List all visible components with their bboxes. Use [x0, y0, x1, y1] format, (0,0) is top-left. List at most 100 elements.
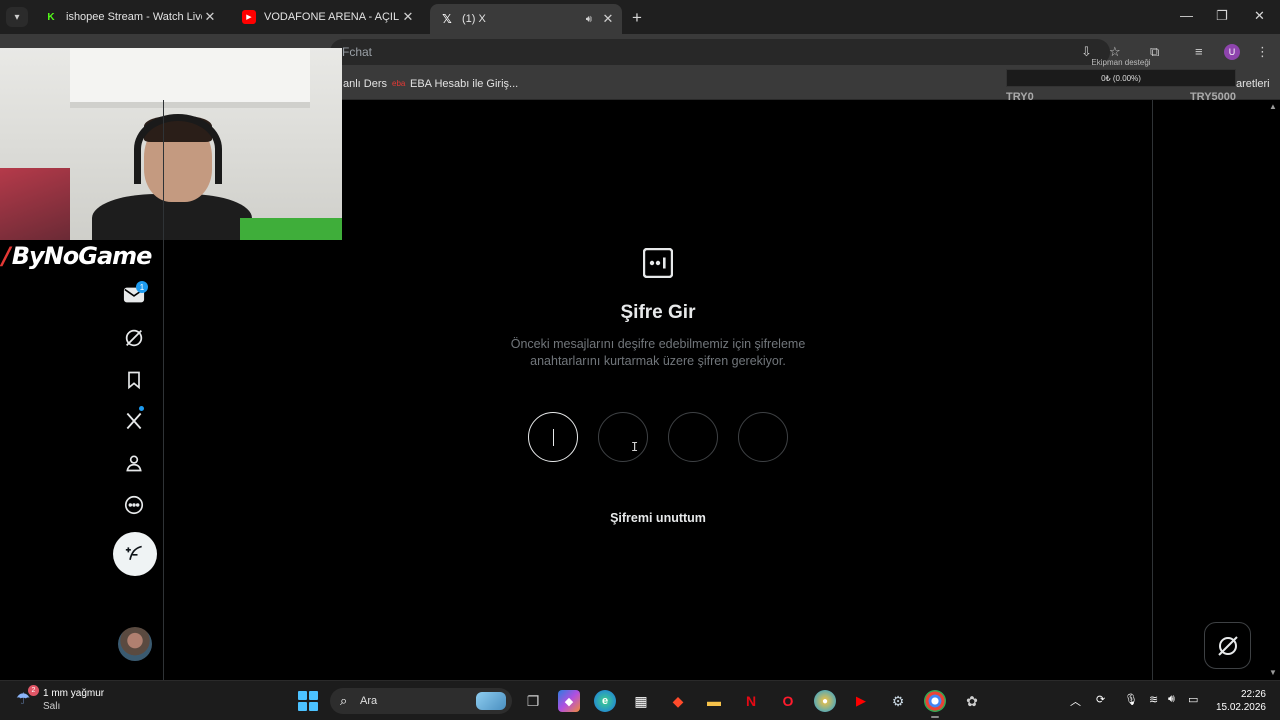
more-options-icon[interactable] [120, 491, 148, 519]
weather-day: Salı [43, 701, 61, 712]
passcode-input-group [528, 412, 788, 462]
tab-title: (1) X [462, 13, 486, 25]
webcam-ceiling [70, 48, 310, 108]
app-colorful-icon[interactable]: ● [814, 690, 836, 712]
donation-min-label: TRY0 [1006, 91, 1034, 103]
scroll-down-arrow[interactable]: ▼ [1269, 668, 1277, 677]
profile-icon[interactable] [120, 449, 148, 477]
address-text: Fchat [342, 45, 373, 59]
account-avatar[interactable] [118, 627, 152, 661]
mouse-cursor-ibeam: I [631, 440, 639, 454]
steam-icon[interactable]: ⚙ [887, 690, 909, 712]
task-view-icon[interactable]: ❐ [522, 690, 544, 712]
rain-umbrella-icon: ☂ 2 [16, 685, 39, 711]
tray-overflow-icon[interactable]: ︿ [1070, 693, 1081, 709]
app-red-diamond-icon[interactable]: ◆ [667, 690, 689, 712]
passcode-panel: Şifre Gir Önceki mesajlarını deşifre ede… [490, 247, 826, 370]
donation-max-label: TRY5000 [1189, 91, 1236, 103]
weather-widget[interactable]: ☂ 2 1 mm yağmur Salı [16, 685, 105, 713]
close-tab-icon[interactable]: ✕ [202, 9, 218, 25]
chrome-icon[interactable] [924, 690, 946, 718]
clock-date: 15.02.2026 [1215, 702, 1266, 713]
close-window-icon[interactable]: ✕ [1254, 8, 1265, 24]
clock-time: 22:26 [1240, 689, 1266, 700]
speaker-icon[interactable]: 🔊︎ [586, 14, 592, 25]
tab-search-button[interactable]: ▾ [6, 7, 28, 27]
webcam-overlay [0, 48, 342, 240]
tray-sync-icon[interactable]: ⟳ [1096, 693, 1105, 706]
eba-icon: eba [392, 79, 406, 89]
store-icon[interactable]: ▦ [630, 690, 652, 712]
search-placeholder: Ara [360, 695, 378, 707]
passcode-description: Önceki mesajlarını deşifre edebilmemiz i… [510, 337, 806, 368]
messages-badge: 1 [136, 281, 148, 293]
app-settings-icon[interactable]: ✿ [961, 690, 983, 712]
windows-taskbar: ☂ 2 1 mm yağmur Salı ⌕ Ara ❐ ◆ e ▦ ◆ ▬ N… [0, 680, 1280, 720]
taskbar-search-box[interactable]: ⌕ Ara [330, 688, 512, 714]
netflix-icon[interactable]: N [740, 690, 762, 712]
bookmark-item[interactable]: anlı Ders [343, 78, 387, 90]
youtube-icon: ▶ [242, 10, 256, 24]
opera-icon[interactable]: O [777, 690, 799, 712]
passcode-heading: Şifre Gir [620, 302, 696, 323]
kick-icon: K [47, 11, 55, 23]
donation-title: Ekipman desteği [1091, 58, 1151, 67]
nav-divider [163, 100, 164, 680]
windows-logo-tile [309, 702, 318, 711]
x-icon: 𝕏 [442, 12, 452, 26]
scroll-up-arrow[interactable]: ▲ [1269, 102, 1277, 111]
close-tab-icon[interactable]: ✕ [400, 9, 416, 25]
tab-strip: ▾ K ishopee Stream - Watch Live on ✕ ▶ V… [0, 0, 1280, 34]
bookmark-icon[interactable] [120, 366, 148, 394]
passcode-digit-3[interactable] [668, 412, 718, 462]
bookmark-item-partial[interactable]: aretleri [1236, 78, 1270, 90]
webcam-background-clothes [0, 168, 70, 240]
passcode-digit-4[interactable] [738, 412, 788, 462]
tab-title: VODAFONE ARENA - AÇILIŞ MA [264, 11, 400, 23]
menu-kebab-icon[interactable]: ⋮ [1256, 44, 1269, 60]
premium-x-icon[interactable] [120, 407, 148, 435]
taskbar-clock[interactable]: 22:26 15.02.2026 [1212, 688, 1266, 714]
maximize-icon[interactable]: ❐ [1216, 8, 1228, 24]
grok-icon [1217, 635, 1238, 656]
donation-goal-widget: Ekipman desteği 0₺ (0.00%) TRY0 TRY5000 [1006, 58, 1236, 106]
webcam-green-object [240, 218, 342, 240]
passcode-digit-2[interactable] [598, 412, 648, 462]
media-control-icon[interactable]: ≡ [1195, 44, 1203, 59]
wifi-icon[interactable]: ≋ [1149, 693, 1158, 706]
forgot-passcode-link[interactable]: Şifremi unuttum [560, 511, 756, 525]
microphone-icon[interactable]: 🎙︎ [1124, 693, 1138, 706]
weather-text: 1 mm yağmur [43, 688, 105, 699]
bynogame-slash-icon: / [2, 242, 11, 270]
grok-floating-button[interactable] [1204, 622, 1251, 669]
tab-kick[interactable]: K ishopee Stream - Watch Live on ✕ [34, 5, 224, 29]
donation-progress-bar: 0₺ (0.00%) [1006, 69, 1236, 87]
webcam-headset [134, 114, 222, 184]
grok-icon[interactable] [120, 324, 148, 352]
address-bar[interactable]: Fchat [330, 39, 1110, 65]
passcode-digit-1[interactable] [528, 412, 578, 462]
bookmark-item[interactable]: eba EBA Hesabı ile Giriş... [392, 78, 518, 90]
battery-icon[interactable]: ▭ [1188, 693, 1198, 706]
feather-plus-icon [125, 545, 142, 561]
windows-logo-tile [298, 691, 307, 700]
youtube-taskbar-icon[interactable]: ▶ [850, 690, 872, 712]
edge-icon[interactable]: e [594, 690, 616, 712]
passcode-icon [642, 247, 674, 279]
search-highlight-image [476, 692, 506, 710]
copilot-icon[interactable]: ◆ [558, 690, 580, 712]
start-button[interactable] [298, 691, 318, 711]
close-tab-icon[interactable]: ✕ [600, 11, 616, 27]
tab-x[interactable]: 𝕏 (1) X 🔊︎ ✕ [430, 4, 622, 34]
new-tab-button[interactable]: + [632, 8, 642, 28]
volume-icon[interactable]: 🔊︎ [1168, 693, 1175, 706]
file-explorer-icon[interactable]: ▬ [703, 690, 725, 712]
tab-title: ishopee Stream - Watch Live on [66, 11, 202, 23]
premium-notification-dot [139, 406, 144, 411]
windows-logo-tile [298, 702, 307, 711]
compose-post-button[interactable] [113, 532, 157, 576]
donation-progress-text: 0₺ (0.00%) [1101, 74, 1141, 83]
windows-logo-tile [309, 691, 318, 700]
tab-youtube[interactable]: ▶ VODAFONE ARENA - AÇILIŞ MA ✕ [232, 5, 422, 29]
minimize-icon[interactable]: — [1180, 8, 1193, 23]
